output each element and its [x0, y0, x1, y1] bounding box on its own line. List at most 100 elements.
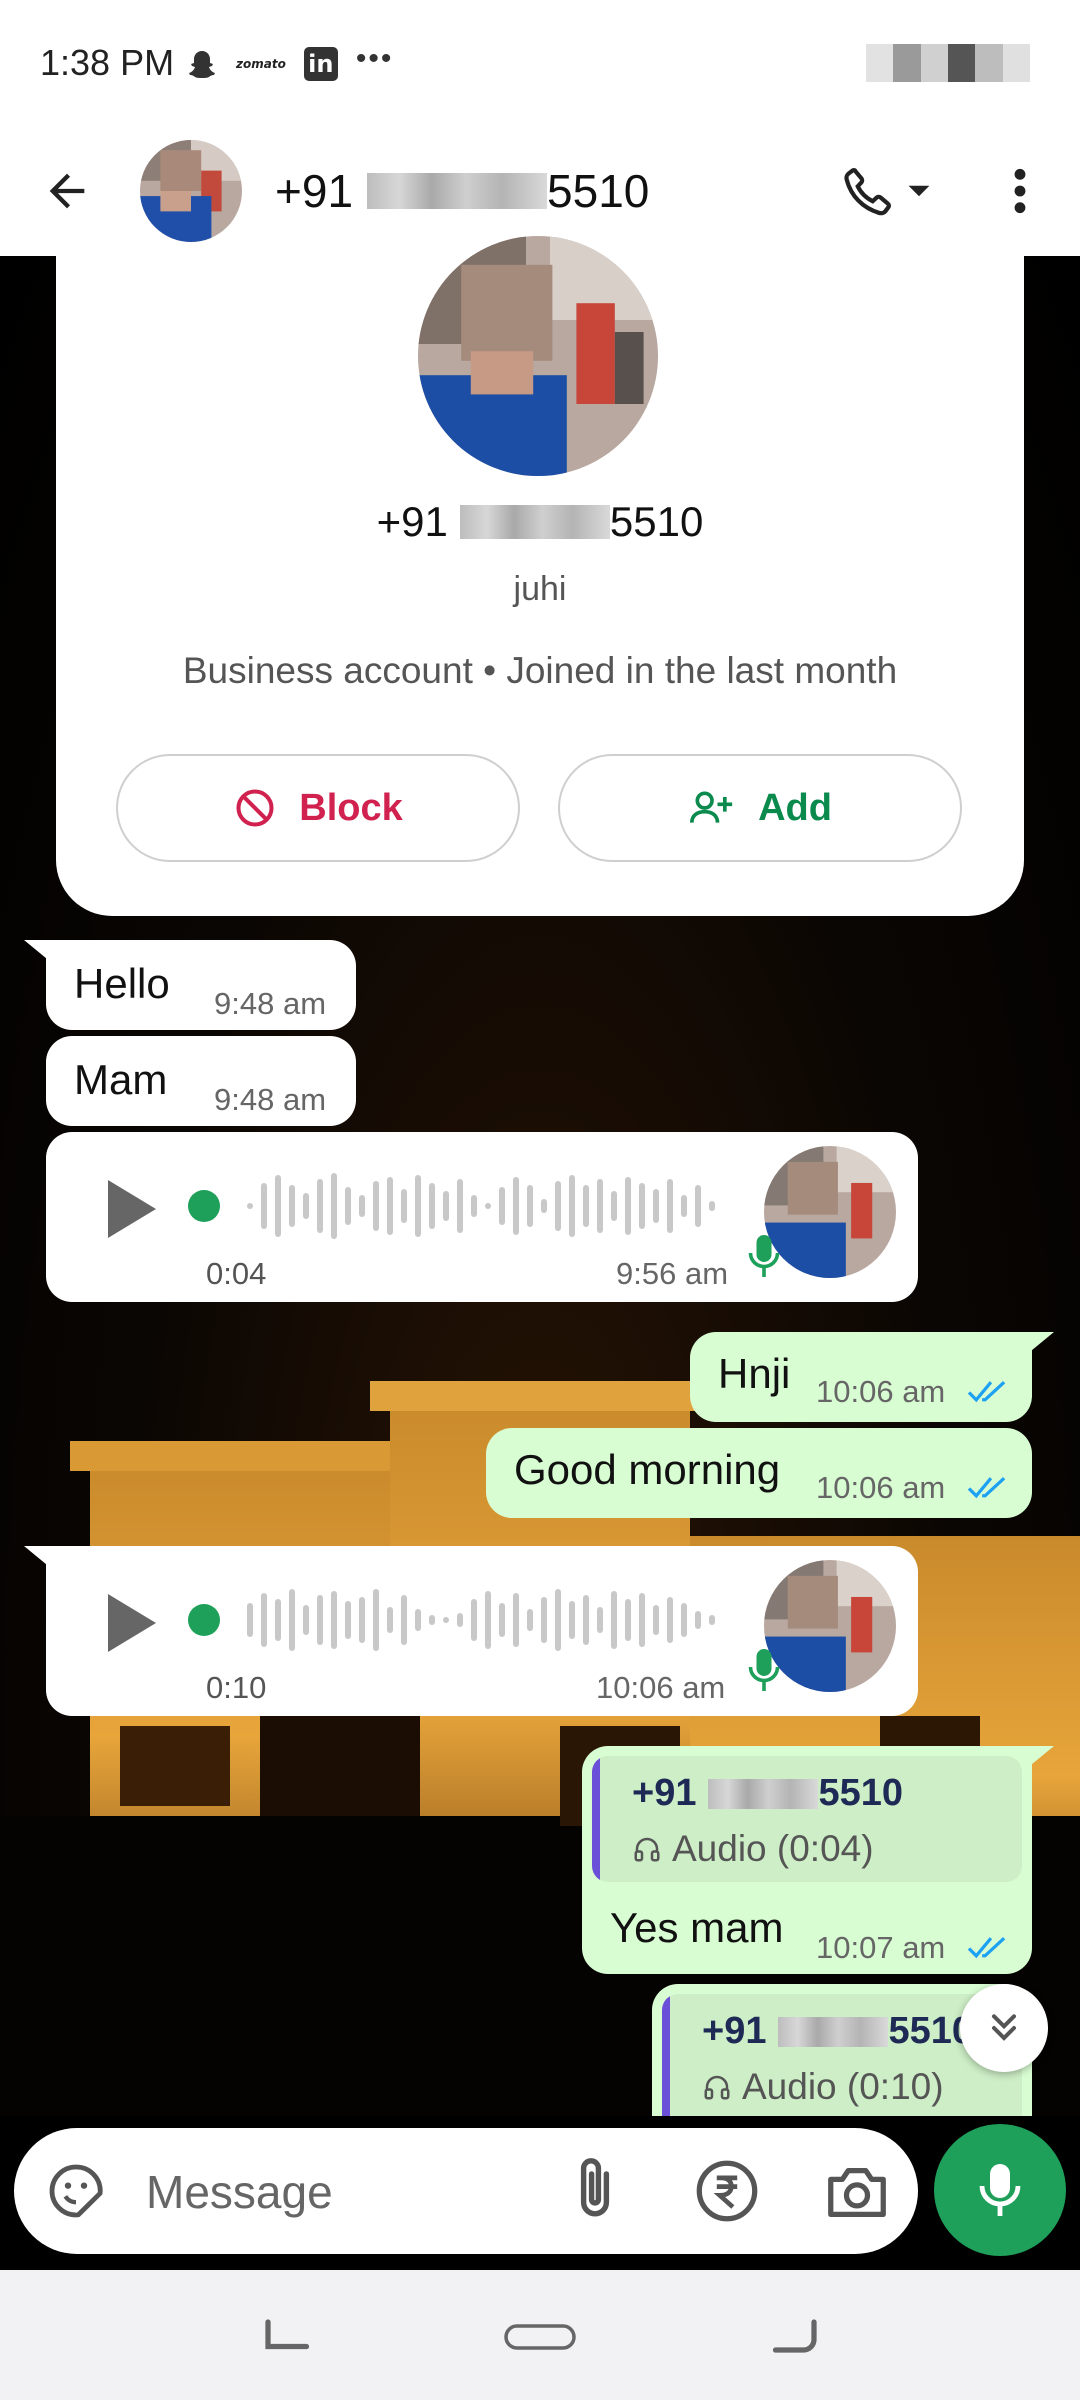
- add-contact-button[interactable]: Add: [558, 754, 962, 862]
- quoted-sender: +91 5510: [702, 2010, 973, 2053]
- account-info: Business account • Joined in the last mo…: [182, 650, 898, 691]
- message-time: 9:56 am: [616, 1256, 729, 1291]
- block-label: Block: [299, 786, 403, 829]
- attach-icon[interactable]: [560, 2154, 630, 2228]
- outgoing-message[interactable]: Hnji 10:06 am: [690, 1332, 1054, 1422]
- status-time: 1:38 PM: [40, 42, 175, 83]
- seek-handle[interactable]: [188, 1604, 220, 1636]
- outgoing-message[interactable]: Good morning 10:06 am: [486, 1428, 1032, 1518]
- scroll-to-bottom-button[interactable]: [960, 1984, 1048, 2072]
- quoted-audio-label: Audio (0:04): [672, 1828, 874, 1869]
- quoted-audio-label: Audio (0:10): [742, 2066, 944, 2107]
- redacted-digits: [708, 1778, 819, 1809]
- phone-icon: [844, 168, 891, 216]
- headphones-icon: [634, 1837, 660, 1862]
- back-nav-icon[interactable]: [758, 2308, 828, 2364]
- number-prefix: +91: [702, 2010, 767, 2052]
- linkedin-icon: in: [303, 47, 338, 81]
- status-bar: 1:38 PM zomato in •••: [0, 0, 1080, 128]
- mic-icon: [979, 2164, 1021, 2216]
- message-time: 10:06 am: [816, 1374, 946, 1409]
- contact-name: juhi: [513, 570, 567, 608]
- mic-icon: [748, 1235, 780, 1277]
- redacted-digits: [459, 505, 610, 539]
- quoted-audio: Audio (0:04): [632, 1828, 874, 1870]
- message-time: 10:06 am: [596, 1670, 726, 1705]
- back-arrow-icon: [49, 173, 85, 209]
- notification-icons: zomato in •••: [186, 42, 394, 84]
- voice-message[interactable]: 0:10 10:06 am: [24, 1546, 918, 1716]
- redacted-digits: [778, 2016, 889, 2047]
- number-suffix: 5510: [818, 1772, 904, 1814]
- sender-avatar: [764, 1146, 896, 1278]
- avatar-image: [140, 140, 242, 242]
- read-receipt-icon: [967, 1937, 1006, 1959]
- voice-record-button[interactable]: [934, 2124, 1066, 2256]
- home-icon[interactable]: [502, 2308, 578, 2364]
- quoted-message[interactable]: +91 5510 Audio (0:04): [592, 1756, 1022, 1882]
- more-vert-icon: [1014, 168, 1026, 214]
- message-time: 10:07 am: [816, 1930, 946, 1965]
- contact-number[interactable]: +91 5510: [275, 164, 649, 218]
- mic-icon: [748, 1649, 780, 1691]
- quoted-audio: Audio (0:10): [702, 2066, 944, 2108]
- headphones-icon: [704, 2075, 730, 2100]
- number-prefix: +91: [275, 165, 354, 217]
- card-contact-number: +91 5510: [56, 498, 1024, 546]
- dropdown-caret-icon: [908, 185, 930, 197]
- call-button[interactable]: [840, 152, 960, 230]
- number-suffix: 5510: [547, 165, 650, 217]
- message-text: Hnji: [718, 1350, 791, 1397]
- redacted-digits: [367, 173, 548, 209]
- rupee-icon[interactable]: [692, 2156, 762, 2226]
- incoming-message[interactable]: Hello 9:48 am: [24, 940, 356, 1030]
- message-text: Good morning: [514, 1446, 781, 1493]
- camera-icon[interactable]: [822, 2156, 892, 2226]
- play-icon[interactable]: [100, 1588, 160, 1658]
- audio-duration: 0:10: [206, 1670, 267, 1705]
- number-prefix: +91: [376, 498, 448, 545]
- contact-avatar[interactable]: [140, 140, 242, 242]
- seek-handle[interactable]: [188, 1190, 220, 1222]
- outgoing-reply-message[interactable]: +91 5510 Audio (0:04) Yes mam 10:07 am: [582, 1746, 1054, 1974]
- avatar-image: [764, 1146, 896, 1278]
- contact-profile-photo[interactable]: [418, 236, 658, 476]
- more-options-button[interactable]: [990, 152, 1050, 230]
- play-icon[interactable]: [100, 1174, 160, 1244]
- sticker-icon[interactable]: [44, 2159, 108, 2223]
- zomato-icon: zomato: [236, 57, 286, 71]
- message-time: 9:48 am: [214, 1082, 327, 1117]
- number-prefix: +91: [632, 1772, 697, 1814]
- message-time: 10:06 am: [816, 1470, 946, 1505]
- quoted-sender: +91 5510: [632, 1772, 903, 1815]
- message-text: Hello: [74, 960, 170, 1007]
- incoming-message[interactable]: Mam 9:48 am: [46, 1036, 356, 1126]
- system-navigation-bar: [0, 2270, 1080, 2400]
- read-receipt-icon: [967, 1477, 1006, 1499]
- message-text: Mam: [74, 1056, 168, 1103]
- more-notifications-icon: •••: [355, 42, 394, 75]
- contact-info-card: +91 5510 juhi Business account • Joined …: [56, 236, 1024, 916]
- double-chevron-down-icon: [992, 2014, 1016, 2041]
- message-text: Yes mam: [610, 1904, 784, 1951]
- block-button[interactable]: Block: [116, 754, 520, 862]
- recent-apps-icon[interactable]: [254, 2308, 324, 2364]
- message-time: 9:48 am: [214, 986, 327, 1021]
- back-button[interactable]: [30, 154, 104, 228]
- add-person-icon: [690, 791, 733, 823]
- avatar-image: [764, 1560, 896, 1692]
- number-suffix: 5510: [609, 498, 704, 545]
- audio-duration: 0:04: [206, 1256, 267, 1291]
- bubble-tail: [1020, 1746, 1054, 1774]
- audio-waveform[interactable]: [242, 1168, 722, 1244]
- audio-waveform[interactable]: [242, 1582, 722, 1658]
- read-receipt-icon: [967, 1381, 1006, 1403]
- voice-message[interactable]: 0:04 9:56 am: [46, 1132, 918, 1302]
- sender-avatar: [764, 1560, 896, 1692]
- message-composer: [14, 2128, 918, 2254]
- snapchat-icon: [189, 51, 215, 78]
- quote-bar: [662, 1994, 670, 2116]
- bubble-tail: [24, 1546, 58, 1574]
- bubble-tail: [24, 940, 58, 968]
- message-input[interactable]: [144, 2156, 528, 2228]
